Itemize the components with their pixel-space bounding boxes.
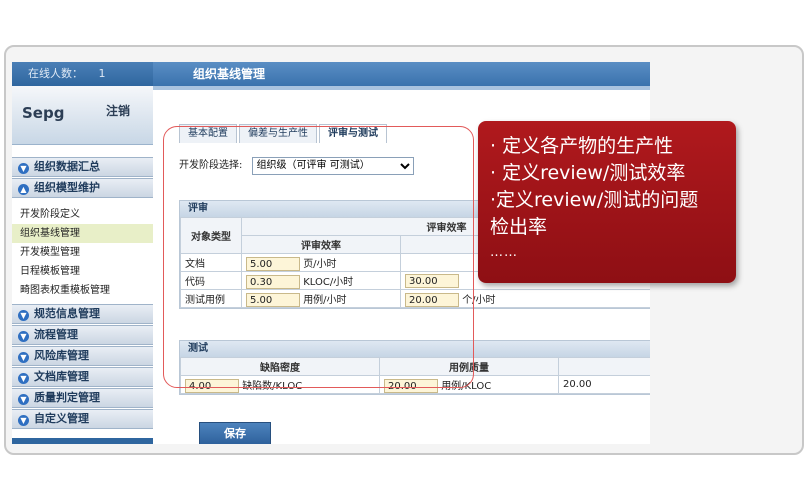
menu-group-label: 自定义管理 bbox=[34, 412, 89, 425]
save-button[interactable]: 保存 bbox=[199, 422, 271, 444]
expand-icon: ▼ bbox=[18, 352, 29, 363]
extra-value: 20.00 bbox=[558, 375, 650, 394]
expand-icon: ▼ bbox=[18, 331, 29, 342]
logout-link[interactable]: 注销 bbox=[106, 102, 130, 119]
username: Sepg bbox=[22, 104, 65, 122]
highlight-box bbox=[163, 126, 474, 388]
expand-icon: ▼ bbox=[18, 415, 29, 426]
menu-group-label: 规范信息管理 bbox=[34, 307, 100, 320]
menu-group-org-model[interactable]: ▲ 组织模型维护 bbox=[12, 178, 153, 198]
expand-icon: ▼ bbox=[18, 310, 29, 321]
online-label: 在线人数： bbox=[28, 67, 83, 80]
submenu: 开发阶段定义 组织基线管理 开发模型管理 日程模板管理 畸图表权重模板管理 bbox=[12, 199, 153, 303]
expand-icon: ▼ bbox=[18, 163, 29, 174]
menu-group-label: 质量判定管理 bbox=[34, 391, 100, 404]
page-title: 组织基线管理 bbox=[153, 62, 650, 86]
menu-group-process[interactable]: ▼ 流程管理 bbox=[12, 325, 153, 345]
callout-box: · 定义各产物的生产性 · 定义review/测试效率 ·定义review/测试… bbox=[478, 121, 736, 283]
submenu-item-schedule-template[interactable]: 日程模板管理 bbox=[12, 262, 153, 281]
submenu-item-org-baseline[interactable]: 组织基线管理 bbox=[12, 224, 153, 243]
expand-icon: ▼ bbox=[18, 373, 29, 384]
submenu-item-chart-weight[interactable]: 畸图表权重模板管理 bbox=[12, 281, 153, 300]
submenu-item-stage-def[interactable]: 开发阶段定义 bbox=[12, 205, 153, 224]
menu-group-quality[interactable]: ▼ 质量判定管理 bbox=[12, 388, 153, 408]
menu-group-custom[interactable]: ▼ 自定义管理 bbox=[12, 409, 153, 429]
online-count: 1 bbox=[98, 67, 106, 80]
online-users: 在线人数： 1 bbox=[12, 62, 153, 86]
menu-group-org-data[interactable]: ▼ 组织数据汇总 bbox=[12, 157, 153, 177]
menu-group-label: 组织模型维护 bbox=[34, 181, 100, 194]
callout-ellipsis: …… bbox=[490, 245, 518, 260]
callout-line: · 定义review/测试效率 bbox=[490, 162, 686, 184]
user-box: Sepg 注销 bbox=[12, 86, 153, 145]
expand-icon: ▲ bbox=[18, 184, 29, 195]
callout-line: · 定义各产物的生产性 bbox=[490, 135, 674, 157]
sidebar-footer bbox=[12, 438, 153, 444]
sidebar: 在线人数： 1 Sepg 注销 ▼ 组织数据汇总 ▲ 组织模型维护 开发阶段定义 组… bbox=[12, 62, 153, 444]
submenu-item-dev-model[interactable]: 开发模型管理 bbox=[12, 243, 153, 262]
menu-group-docs[interactable]: ▼ 文档库管理 bbox=[12, 367, 153, 387]
expand-icon: ▼ bbox=[18, 394, 29, 405]
title-underline bbox=[153, 86, 650, 90]
menu-group-label: 组织数据汇总 bbox=[34, 160, 100, 173]
callout-line: 检出率 bbox=[490, 216, 548, 238]
menu-group-risk[interactable]: ▼ 风险库管理 bbox=[12, 346, 153, 366]
menu-group-label: 流程管理 bbox=[34, 328, 78, 341]
callout-line: ·定义review/测试的问题 bbox=[490, 189, 699, 211]
menu-group-label: 风险库管理 bbox=[34, 349, 89, 362]
menu-group-spec[interactable]: ▼ 规范信息管理 bbox=[12, 304, 153, 324]
menu-group-label: 文档库管理 bbox=[34, 370, 89, 383]
